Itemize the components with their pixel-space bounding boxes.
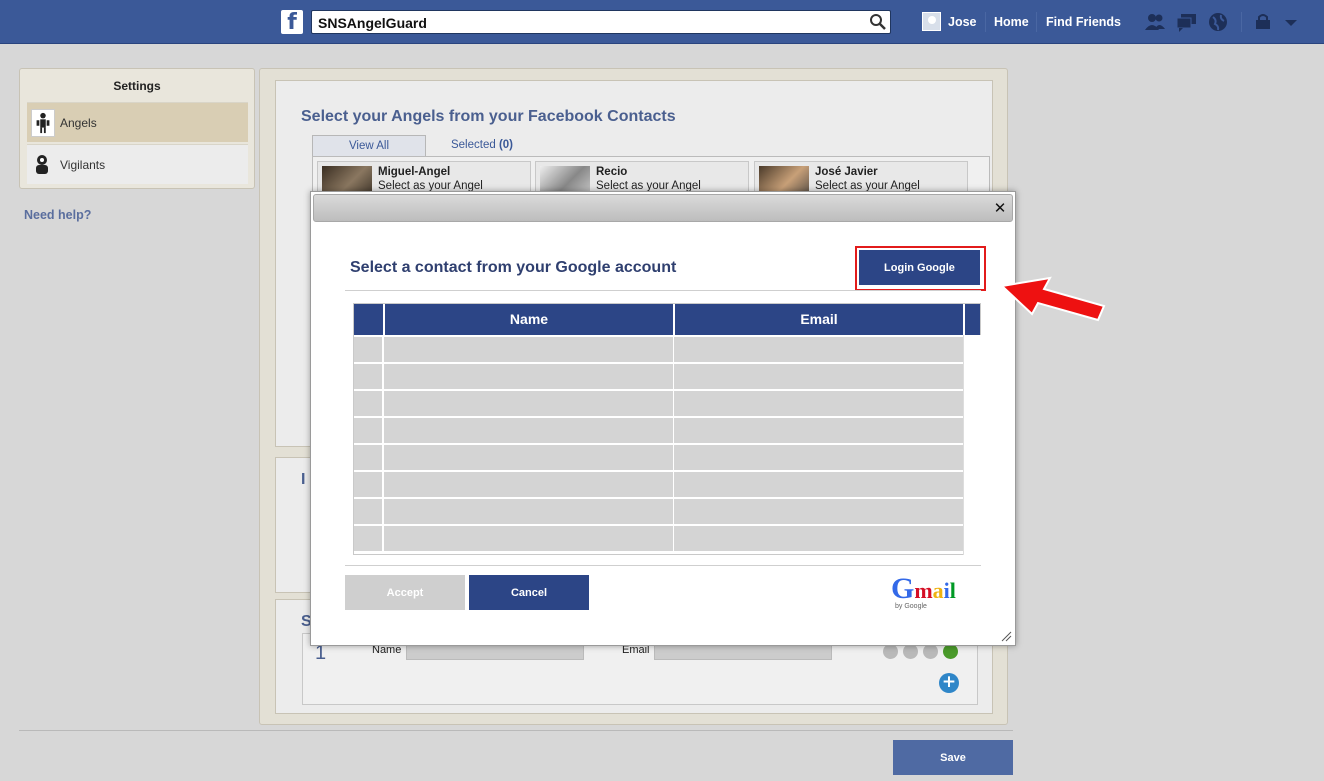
facebook-logo-icon[interactable]: f — [281, 10, 303, 34]
table-cell[interactable] — [384, 337, 673, 362]
gmail-logo-icon: Gmail by Google — [891, 572, 956, 610]
table-cell[interactable] — [384, 445, 673, 470]
search-icon[interactable] — [868, 12, 888, 32]
table-cell[interactable] — [354, 445, 382, 470]
divider — [345, 565, 981, 566]
contacts-table: Name Email — [353, 303, 981, 555]
edit-icon[interactable] — [923, 644, 938, 659]
nav-home-link[interactable]: Home — [994, 0, 1029, 44]
nav-divider — [1036, 12, 1037, 32]
contact-name: Recio — [596, 166, 628, 178]
tab-view-all[interactable]: View All — [312, 135, 426, 156]
svg-text:by Google: by Google — [895, 603, 927, 610]
nav-user-name[interactable]: Jose — [948, 0, 977, 44]
confirm-icon[interactable] — [943, 644, 958, 659]
vigilant-icon — [36, 155, 48, 174]
delete-icon[interactable] — [903, 644, 918, 659]
selected-count-badge: (0) — [498, 139, 514, 151]
divider — [19, 730, 1013, 731]
close-icon[interactable]: ✕ — [992, 200, 1008, 216]
table-cell[interactable] — [354, 526, 382, 551]
table-cell[interactable] — [674, 337, 963, 362]
top-bar: f SNSAngelGuard Jose Home Find Friends — [0, 0, 1324, 44]
divider — [345, 290, 981, 291]
table-cell[interactable] — [384, 364, 673, 389]
accept-button[interactable]: Accept — [345, 575, 465, 610]
contact-name: Miguel-Angel — [378, 166, 451, 178]
nav-divider — [1241, 12, 1242, 32]
dialog-title: Select a contact from your Google accoun… — [350, 259, 677, 276]
search-input[interactable]: SNSAngelGuard — [311, 10, 891, 34]
contact-name: José Javier — [815, 166, 878, 178]
table-cell[interactable] — [354, 364, 382, 389]
table-cell[interactable] — [384, 472, 673, 497]
dialog-titlebar[interactable]: ✕ — [313, 194, 1013, 222]
friend-requests-icon[interactable] — [1144, 11, 1166, 33]
table-cell[interactable] — [674, 526, 963, 551]
table-cell[interactable] — [384, 418, 673, 443]
table-header-name[interactable]: Name — [385, 304, 673, 335]
google-contacts-dialog: ✕ Select a contact from your Google acco… — [310, 191, 1016, 646]
email-field[interactable] — [654, 644, 832, 660]
table-cell[interactable] — [384, 499, 673, 524]
account-chevron-down-icon[interactable] — [1280, 11, 1302, 33]
table-cell[interactable] — [674, 418, 963, 443]
table-header-scroll — [965, 304, 980, 335]
table-cell[interactable] — [354, 472, 382, 497]
table-scrollbar[interactable] — [963, 335, 981, 555]
sidebar-item-label: Vigilants — [60, 158, 106, 172]
notifications-globe-icon[interactable] — [1207, 11, 1229, 33]
table-cell[interactable] — [674, 499, 963, 524]
login-google-button[interactable]: Login Google — [859, 250, 980, 285]
avatar[interactable] — [922, 12, 941, 31]
cancel-button[interactable]: Cancel — [469, 575, 589, 610]
table-cell[interactable] — [354, 499, 382, 524]
need-help-link[interactable]: Need help? — [24, 208, 91, 222]
privacy-shortcuts-icon[interactable] — [1253, 11, 1275, 33]
table-cell[interactable] — [354, 391, 382, 416]
table-cell[interactable] — [384, 391, 673, 416]
tab-selected-label: Selected — [450, 139, 496, 151]
mail-icon[interactable] — [883, 644, 898, 659]
settings-title: Settings — [113, 79, 161, 93]
table-cell[interactable] — [384, 526, 673, 551]
table-cell[interactable] — [674, 445, 963, 470]
table-cell[interactable] — [674, 391, 963, 416]
sidebar-item-label: Angels — [60, 116, 97, 130]
resize-handle-icon[interactable] — [1000, 630, 1012, 642]
svg-text:Gmail: Gmail — [891, 572, 956, 605]
sidebar-item-vigilants[interactable]: Vigilants — [27, 144, 248, 184]
messages-icon[interactable] — [1176, 11, 1198, 33]
table-header-email[interactable]: Email — [675, 304, 963, 335]
table-header-select — [354, 304, 383, 335]
table-cell[interactable] — [354, 337, 382, 362]
save-button[interactable]: Save — [893, 740, 1013, 775]
table-cell[interactable] — [674, 472, 963, 497]
name-field[interactable] — [406, 644, 584, 660]
red-arrow-annotation-icon — [1000, 276, 1106, 322]
angel-icon — [31, 109, 55, 137]
section-title: I — [301, 471, 306, 488]
nav-divider — [985, 12, 986, 32]
table-cell[interactable] — [354, 418, 382, 443]
add-angel-icon[interactable]: + — [939, 673, 959, 693]
page-title: Select your Angels from your Facebook Co… — [301, 108, 676, 125]
table-cell[interactable] — [674, 364, 963, 389]
tab-selected[interactable]: Selected (0) — [446, 135, 518, 156]
search-value: SNSAngelGuard — [318, 15, 427, 31]
settings-panel: Settings Angels Vigilants — [19, 68, 255, 189]
nav-find-friends-link[interactable]: Find Friends — [1046, 0, 1121, 44]
sidebar-item-angels[interactable]: Angels — [27, 102, 248, 142]
